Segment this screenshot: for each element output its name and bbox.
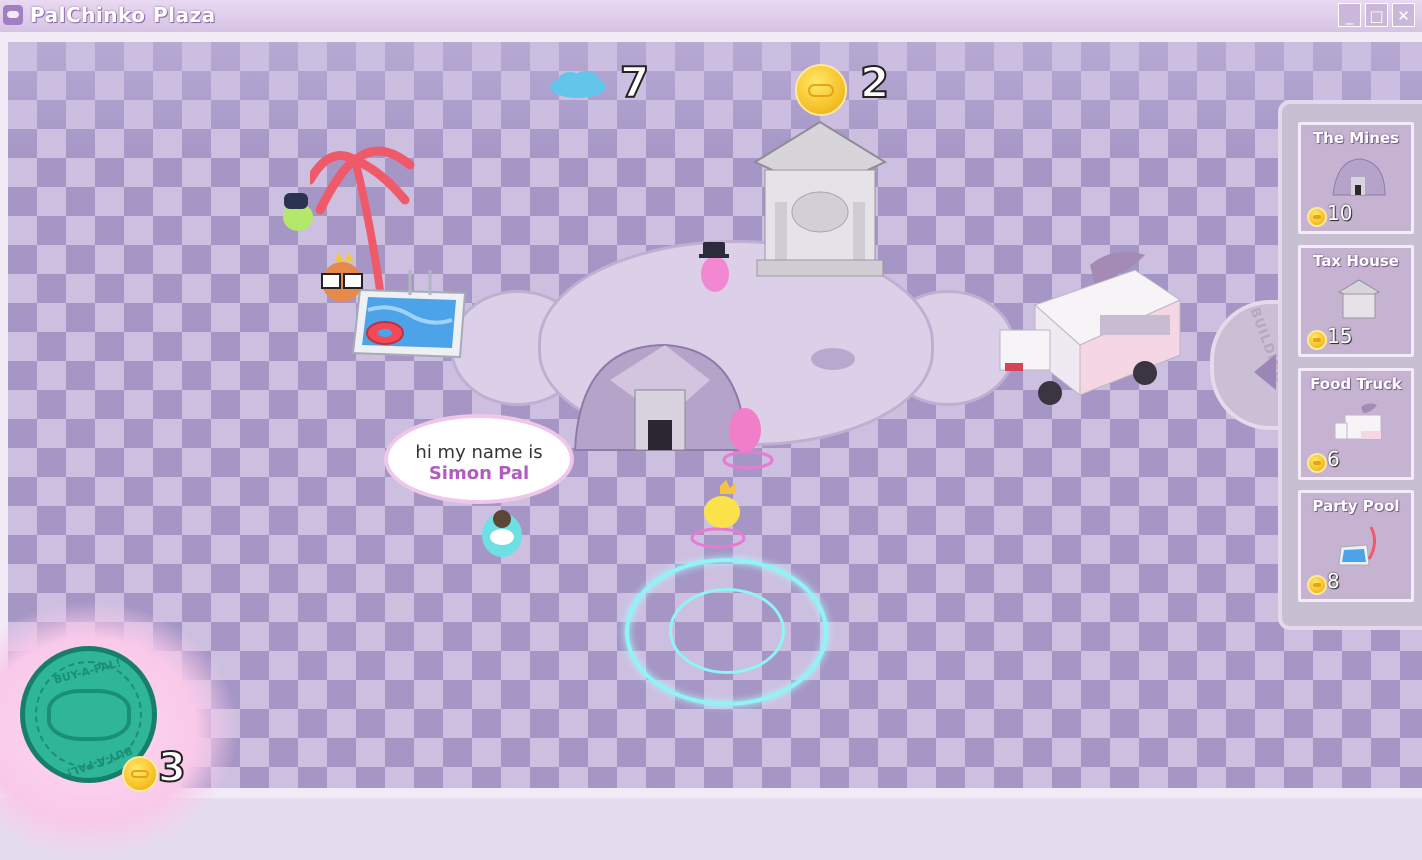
coin-icon [1307, 207, 1327, 227]
pal-green[interactable] [278, 190, 318, 235]
cloud-count: 7 [619, 58, 650, 107]
pal-pink-tophat[interactable] [695, 238, 740, 296]
building-name: Tax House [1313, 252, 1399, 270]
building-card-party-pool[interactable]: Party Pool 8 [1298, 490, 1414, 602]
building-price: 8 [1327, 569, 1340, 593]
coin-icon [795, 64, 847, 116]
minimize-button[interactable]: _ [1338, 3, 1361, 27]
party-pool-icon [1338, 526, 1376, 566]
pal-monkey-glasses[interactable] [314, 252, 369, 307]
building-card-tax-house[interactable]: Tax House 15 [1298, 245, 1414, 357]
maximize-button[interactable]: □ [1365, 3, 1388, 27]
monkey-face-icon [47, 689, 131, 741]
pal-simon[interactable] [475, 505, 530, 565]
tax-house[interactable] [745, 112, 895, 282]
tax-house-icon [1337, 279, 1381, 319]
plaza-right-eye [811, 348, 855, 370]
building-name: The Mines [1312, 129, 1400, 147]
building-card-mines[interactable]: The Mines 10 [1298, 122, 1414, 234]
summon-circle-face [669, 588, 785, 674]
buy-a-pal-price: 3 [157, 745, 187, 791]
speech-bubble: hi my name is Simon Pal [384, 414, 574, 504]
mines-dome-icon [1332, 158, 1386, 196]
building-price: 6 [1327, 447, 1340, 471]
summon-circle[interactable] [625, 558, 828, 706]
building-name: Party Pool [1312, 497, 1400, 515]
chevron-left-icon [1254, 354, 1276, 390]
building-name: Food Truck [1310, 375, 1402, 393]
building-card-food-truck[interactable]: Food Truck 6 [1298, 368, 1414, 480]
food-truck-icon [1334, 403, 1382, 440]
pal-pink-walking[interactable] [720, 400, 775, 470]
speech-pal-name: Simon Pal [428, 463, 530, 484]
window-titlebar: PalChinko Plaza _ □ ✕ [0, 0, 1422, 33]
speech-line: hi my name is [415, 442, 543, 463]
window-title: PalChinko Plaza [30, 3, 216, 27]
cloud-icon [550, 71, 606, 98]
coin-icon [1307, 330, 1327, 350]
coin-icon [1307, 575, 1327, 595]
close-button[interactable]: ✕ [1392, 3, 1415, 27]
coin-icon [1307, 453, 1327, 473]
app-icon [3, 5, 23, 25]
food-truck[interactable] [995, 245, 1185, 415]
coin-count: 2 [859, 58, 890, 107]
building-price: 15 [1327, 324, 1353, 348]
coin-icon [122, 756, 158, 792]
pal-yellow-crown[interactable] [690, 480, 750, 555]
building-price: 10 [1327, 201, 1353, 225]
